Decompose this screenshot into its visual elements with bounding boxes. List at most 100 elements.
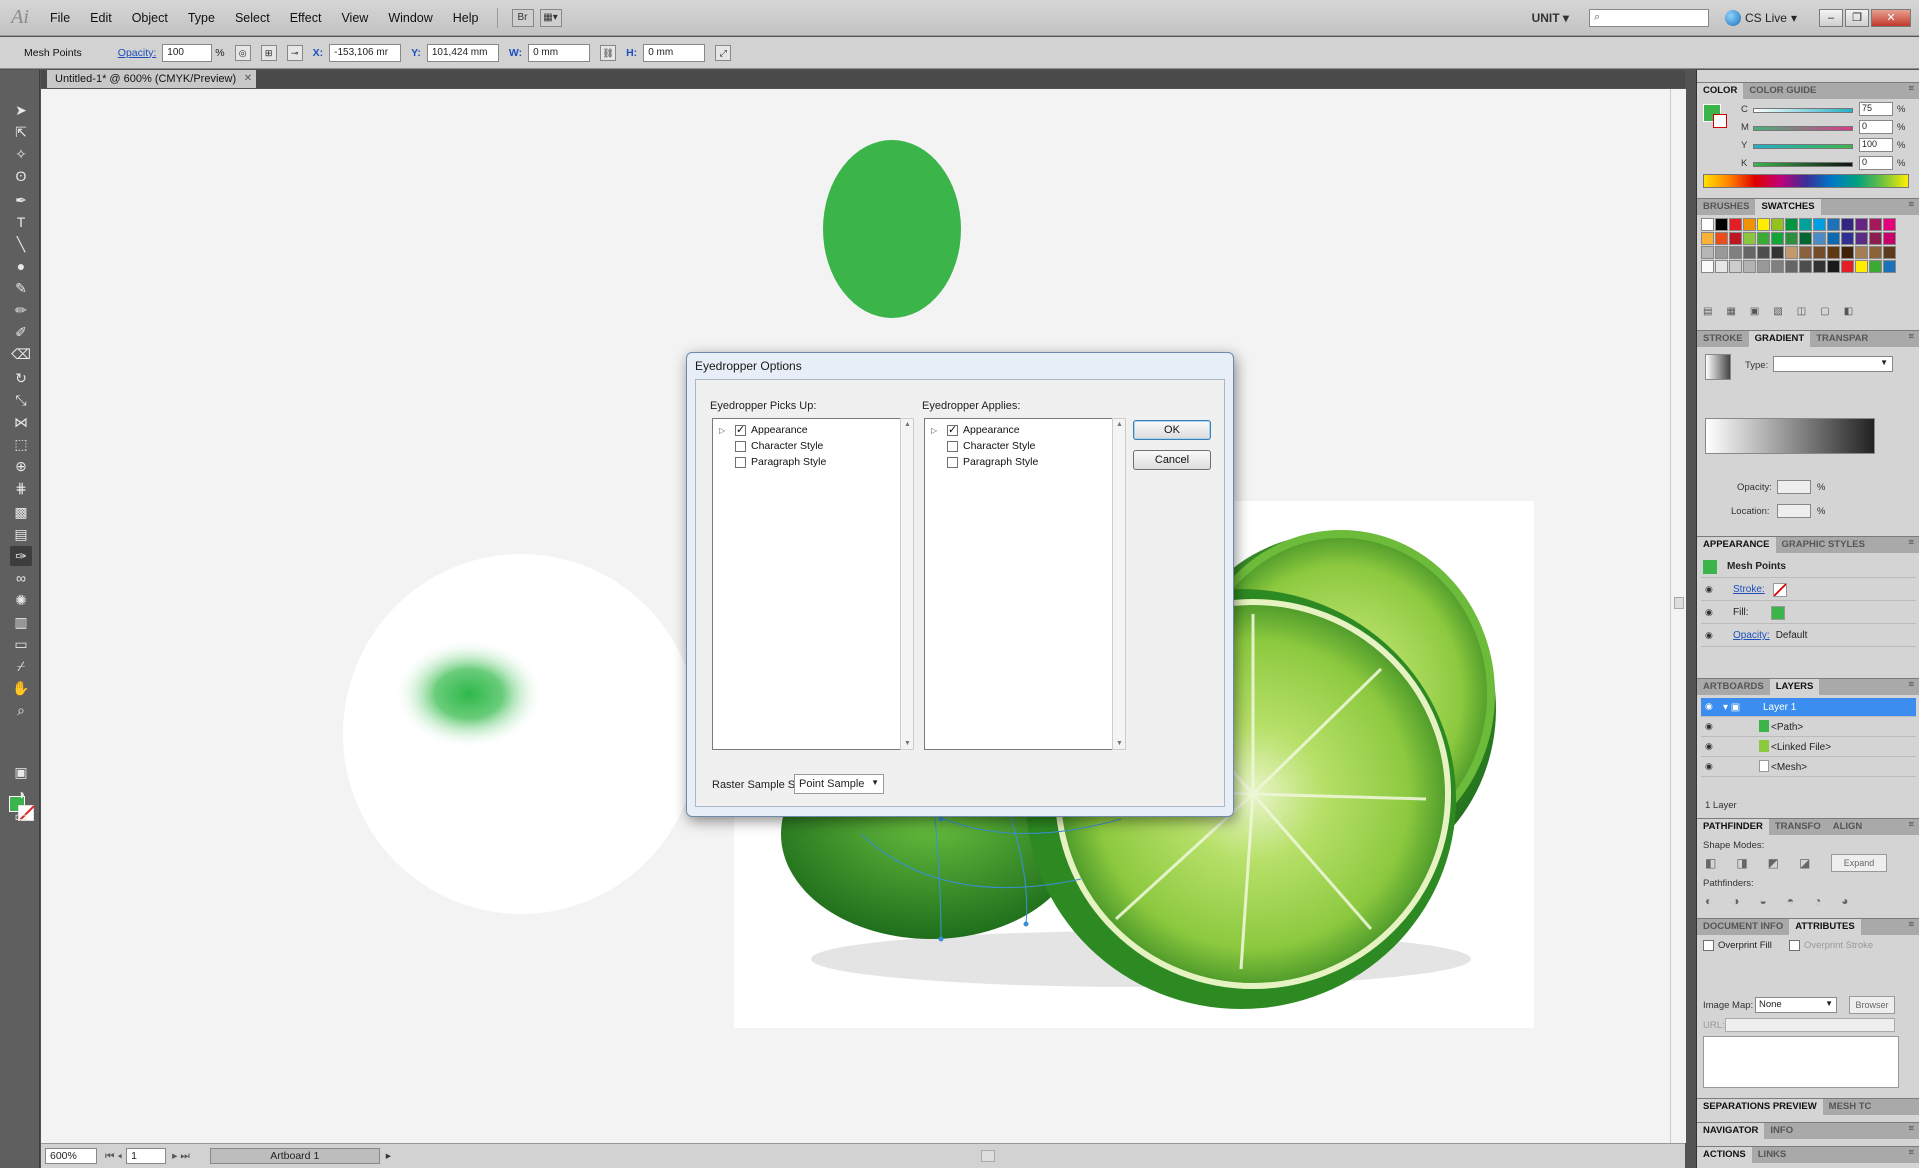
h-input[interactable]: 0 mm [643, 43, 706, 62]
tab-pathfinder[interactable]: PATHFINDER [1697, 819, 1769, 835]
cancel-button[interactable]: Cancel [1133, 450, 1211, 470]
applies-scrollbar[interactable]: ▲ ▼ [1112, 418, 1126, 750]
swatch-panel-buttons-icon[interactable]: ▤▦▣▧◫▢◧ [1703, 306, 1867, 317]
shape-builder-tool-icon[interactable]: ⊕ [10, 456, 32, 476]
gradient-tool-icon[interactable]: ▤ [10, 524, 32, 544]
applies-character-row[interactable]: Character Style [931, 439, 1035, 453]
panel-menu-icon[interactable]: ≡ [1908, 199, 1914, 215]
k-channel-slider[interactable] [1753, 162, 1853, 167]
color-swatch[interactable] [1799, 246, 1812, 259]
m-channel-input[interactable]: 0 [1859, 120, 1893, 134]
picks-up-appearance-checkbox[interactable] [735, 423, 746, 436]
color-swatch[interactable] [1771, 218, 1784, 231]
panel-menu-icon[interactable]: ≡ [1908, 819, 1914, 835]
pen-tool-icon[interactable]: ✒ [10, 190, 32, 210]
color-swatch[interactable] [1729, 218, 1742, 231]
color-swatch[interactable] [1883, 260, 1896, 273]
menu-file[interactable]: File [40, 11, 80, 25]
opacity-input[interactable]: 100 [162, 43, 213, 62]
hand-tool-icon[interactable]: ✋ [10, 678, 32, 698]
line-tool-icon[interactable]: ╲ [10, 234, 32, 254]
tab-stroke[interactable]: STROKE [1697, 331, 1749, 347]
artboard-number-input[interactable]: 1 [126, 1148, 167, 1164]
color-swatch[interactable] [1785, 218, 1798, 231]
picks-up-list[interactable]: ▷ Appearance Character Style Paragraph St… [712, 418, 900, 750]
recolor-icon[interactable]: ◎ [234, 44, 251, 61]
color-swatch[interactable] [1841, 218, 1854, 231]
bridge-icon[interactable]: Br [511, 8, 534, 27]
panel-menu-icon[interactable]: ≡ [1908, 537, 1914, 553]
color-swatch[interactable] [1827, 260, 1840, 273]
swatch-grid[interactable] [1701, 218, 1901, 300]
cs-live-button[interactable]: CS Live ▾ [1724, 10, 1797, 26]
arrange-documents-icon[interactable]: ▦▾ [539, 8, 562, 27]
overprint-stroke-option[interactable]: Overprint Stroke [1789, 940, 1873, 951]
color-swatch[interactable] [1855, 232, 1868, 245]
appearance-opacity-row[interactable]: ◉ Opacity: Default [1701, 625, 1916, 647]
color-swatch[interactable] [1757, 246, 1770, 259]
pathfinder-buttons-icon[interactable]: ◐◑◒◓◔◕ [1705, 894, 1869, 908]
pencil-tool-icon[interactable]: ✏ [10, 300, 32, 320]
tab-swatches[interactable]: SWATCHES [1755, 199, 1821, 215]
layer-row-mesh[interactable]: ◉ <Mesh> [1701, 758, 1916, 777]
raster-sample-size-select[interactable]: Point Sample ▼ [794, 774, 884, 794]
panel-menu-icon[interactable]: ≡ [1908, 1147, 1914, 1163]
eraser-tool-icon[interactable]: ⌫ [10, 344, 32, 364]
column-graph-tool-icon[interactable]: ▥ [10, 612, 32, 632]
color-swatch[interactable] [1715, 246, 1728, 259]
y-channel-input[interactable]: 100 [1859, 138, 1893, 152]
color-swatch[interactable] [1701, 218, 1714, 231]
m-channel-slider[interactable] [1753, 126, 1853, 131]
menu-effect[interactable]: Effect [280, 11, 332, 25]
horizontal-scroll-thumb[interactable] [981, 1150, 996, 1162]
color-swatch[interactable] [1813, 232, 1826, 245]
panel-menu-icon[interactable]: ≡ [1908, 1123, 1914, 1139]
gradient-location-input[interactable] [1777, 504, 1811, 518]
color-swatch[interactable] [1855, 260, 1868, 273]
vertical-scrollbar[interactable] [1670, 89, 1686, 1143]
tab-links[interactable]: LINKS [1751, 1147, 1793, 1163]
tab-actions[interactable]: ACTIONS [1697, 1147, 1752, 1163]
color-swatch[interactable] [1869, 232, 1882, 245]
color-swatch[interactable] [1827, 218, 1840, 231]
color-swatch[interactable] [1715, 232, 1728, 245]
transform-panel-icon[interactable]: ⤢ [715, 44, 732, 61]
color-swatch[interactable] [1855, 218, 1868, 231]
blob-brush-tool-icon[interactable]: ✐ [10, 322, 32, 342]
color-mode-icon[interactable]: ▣ [10, 762, 32, 782]
color-swatch[interactable] [1729, 260, 1742, 273]
mesh-tool-icon[interactable]: ▩ [10, 502, 32, 522]
expand-triangle-icon[interactable]: ▷ [931, 426, 941, 435]
panel-menu-icon[interactable]: ≡ [1908, 919, 1914, 935]
k-channel-input[interactable]: 0 [1859, 156, 1893, 170]
color-swatch[interactable] [1827, 232, 1840, 245]
gradient-opacity-input[interactable] [1777, 480, 1811, 494]
color-swatch[interactable] [1799, 260, 1812, 273]
restore-button[interactable]: ❐ [1845, 9, 1869, 27]
color-swatch[interactable] [1785, 246, 1798, 259]
tab-navigator[interactable]: NAVIGATOR [1697, 1123, 1765, 1139]
color-swatch[interactable] [1771, 232, 1784, 245]
fill-green-swatch[interactable] [1770, 605, 1785, 620]
gradient-type-select[interactable]: ▼ [1773, 356, 1893, 372]
color-swatch[interactable] [1757, 232, 1770, 245]
picks-up-character-row[interactable]: Character Style [719, 439, 823, 453]
color-swatch[interactable] [1785, 232, 1798, 245]
applies-appearance-checkbox[interactable] [947, 423, 958, 436]
applies-paragraph-checkbox[interactable] [947, 456, 958, 468]
opacity-link[interactable]: Opacity: [118, 47, 157, 59]
tab-separations-preview[interactable]: SEPARATIONS PREVIEW [1697, 1099, 1823, 1115]
color-swatch[interactable] [1799, 232, 1812, 245]
applies-list[interactable]: ▷ Appearance Character Style Paragraph St… [924, 418, 1112, 750]
next-artboard-icon[interactable]: ▸ ⏭ [172, 1150, 190, 1163]
panel-menu-icon[interactable]: ≡ [1908, 83, 1914, 99]
appearance-stroke-label[interactable]: Stroke: [1733, 584, 1765, 595]
color-swatch[interactable] [1883, 246, 1896, 259]
mesh-point-icon[interactable]: ⊸ [286, 44, 303, 61]
overprint-fill-option[interactable]: Overprint Fill [1703, 940, 1772, 951]
green-ellipse[interactable] [823, 140, 961, 318]
color-swatch[interactable] [1841, 260, 1854, 273]
color-spectrum-bar[interactable] [1703, 174, 1909, 188]
color-swatch[interactable] [1841, 232, 1854, 245]
c-channel-input[interactable]: 75 [1859, 102, 1893, 116]
